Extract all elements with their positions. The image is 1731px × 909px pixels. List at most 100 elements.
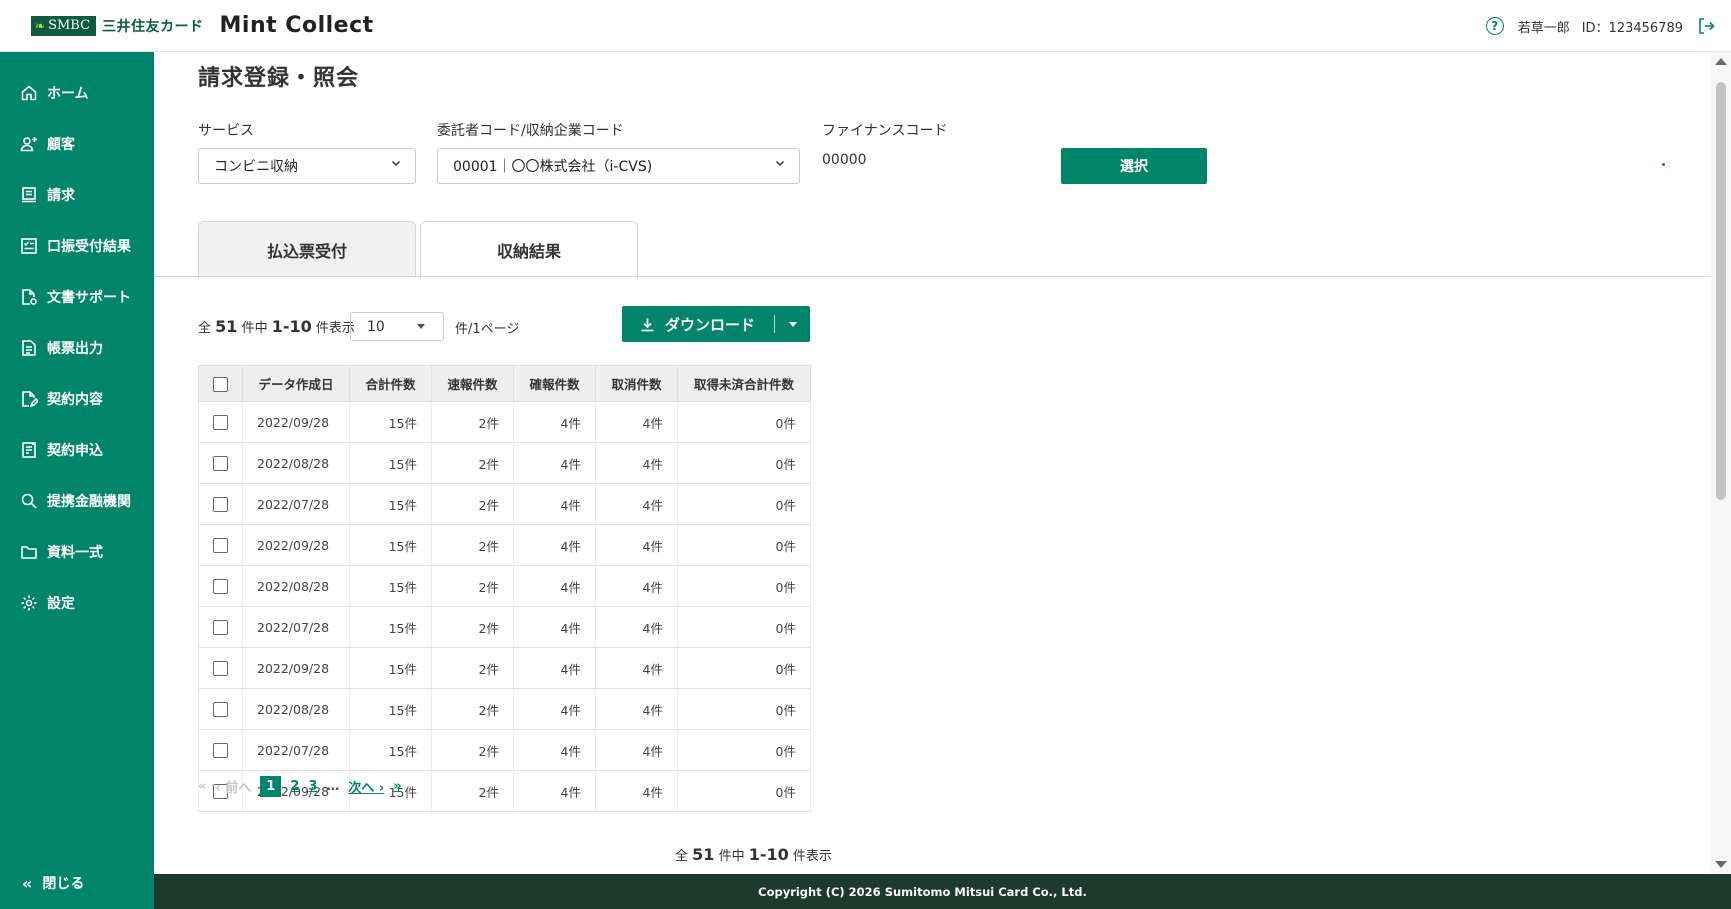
column-header[interactable]: データ作成日 xyxy=(242,365,350,402)
sidebar-item-partner-banks[interactable]: 提携金融機関 xyxy=(0,475,154,526)
sidebar-item-customers[interactable]: 顧客 xyxy=(0,118,154,169)
select-all-cell xyxy=(198,365,243,402)
scroll-thumb[interactable] xyxy=(1716,82,1726,500)
count-cell: 4件 xyxy=(513,606,596,648)
table-row[interactable]: 2022/07/28 15件 2件 4件 4件 0件 xyxy=(198,483,811,525)
row-checkbox[interactable] xyxy=(213,743,228,758)
table-row[interactable]: 2022/08/28 15件 2件 4件 4件 0件 xyxy=(198,688,811,730)
count-cell: 0件 xyxy=(677,565,811,607)
download-options-button[interactable] xyxy=(775,306,810,342)
row-checkbox-cell xyxy=(198,647,243,689)
vertical-scrollbar[interactable] xyxy=(1711,52,1731,874)
checklist-icon xyxy=(21,237,37,254)
sidebar-item-materials[interactable]: 資料一式 xyxy=(0,526,154,577)
table-row[interactable]: 2022/09/28 15件 2件 4件 4件 0件 xyxy=(198,647,811,689)
select-button[interactable]: 選択 xyxy=(1061,148,1207,184)
column-header[interactable]: 確報件数 xyxy=(513,365,596,402)
sidebar-item-label: 提携金融機関 xyxy=(47,493,131,510)
result-count-top: 全 51 件中 1-10 件表示 xyxy=(198,317,355,336)
row-checkbox[interactable] xyxy=(213,415,228,430)
sidebar-item-contract-details[interactable]: 契約内容 xyxy=(0,373,154,424)
application-icon xyxy=(22,441,36,458)
table-row[interactable]: 2022/08/28 15件 2件 4件 4件 0件 xyxy=(198,565,811,607)
count-cell: 0件 xyxy=(677,483,811,525)
table-row[interactable]: 2022/07/28 15件 2件 4件 4件 0件 xyxy=(198,606,811,648)
sidebar-item-contract-application[interactable]: 契約申込 xyxy=(0,424,154,475)
row-checkbox[interactable] xyxy=(213,579,228,594)
sidebar-item-label: 請求 xyxy=(47,187,75,204)
select-all-checkbox[interactable] xyxy=(213,376,228,392)
column-header[interactable]: 取消件数 xyxy=(595,365,678,402)
per-page-select[interactable]: 10 xyxy=(350,312,444,341)
count-cell: 4件 xyxy=(513,483,596,525)
count-cell: 0件 xyxy=(677,647,811,689)
page-3-button[interactable]: 3 xyxy=(308,779,317,794)
row-checkbox-cell xyxy=(198,401,243,443)
prev-page-button[interactable]: ‹ 前へ xyxy=(215,777,251,796)
count-cell: 2件 xyxy=(431,442,514,484)
sidebar-item-report-output[interactable]: 帳票出力 xyxy=(0,322,154,373)
count-cell: 4件 xyxy=(513,565,596,607)
users-icon xyxy=(20,136,37,151)
count-cell: 4件 xyxy=(513,647,596,689)
help-icon[interactable]: ? xyxy=(1485,17,1504,35)
per-page-label: 件/1ページ xyxy=(455,322,520,337)
count-cell: 4件 xyxy=(513,442,596,484)
row-checkbox-cell xyxy=(198,483,243,525)
count-cell: 4件 xyxy=(513,729,596,771)
tab-label: 収納結果 xyxy=(496,242,561,261)
column-header[interactable]: 合計件数 xyxy=(349,365,432,402)
column-header[interactable]: 取得未済合計件数 xyxy=(677,365,811,402)
download-button[interactable]: ダウンロード xyxy=(622,306,774,342)
count-cell: 4件 xyxy=(595,442,678,484)
count-range: 1-10 xyxy=(748,845,789,864)
double-chevron-left-icon: « xyxy=(22,873,33,893)
row-checkbox[interactable] xyxy=(213,661,228,676)
sidebar-item-billing[interactable]: 請求 xyxy=(0,169,154,220)
consignor-code-value: 00001｜〇〇株式会社（i-CVS) xyxy=(453,159,653,175)
sidebar-close-label: 閉じる xyxy=(42,876,85,892)
first-page-button[interactable]: « xyxy=(198,779,206,794)
count-total: 51 xyxy=(215,317,238,336)
table-row[interactable]: 2022/07/28 15件 2件 4件 4件 0件 xyxy=(198,729,811,771)
sidebar-item-home[interactable]: ホーム xyxy=(0,67,154,118)
page-1-button[interactable]: 1 xyxy=(260,775,282,797)
indicator-dot xyxy=(1662,163,1665,166)
page-2-button[interactable]: 2 xyxy=(290,779,299,794)
count-cell: 2件 xyxy=(431,688,514,730)
row-checkbox[interactable] xyxy=(213,702,228,717)
brand-card-name: 三井住友カード xyxy=(102,18,204,35)
table-row[interactable]: 2022/09/28 15件 2件 4件 4件 0件 xyxy=(198,524,811,566)
tab-payment-slip[interactable]: 払込票受付 xyxy=(198,221,416,277)
consignor-code-select[interactable]: 00001｜〇〇株式会社（i-CVS) xyxy=(437,148,800,184)
sidebar-item-label: 設定 xyxy=(47,595,75,612)
sidebar-item-debit-results[interactable]: 口振受付結果 xyxy=(0,220,154,271)
date-cell: 2022/07/28 xyxy=(242,483,350,525)
row-checkbox-cell xyxy=(198,442,243,484)
row-checkbox[interactable] xyxy=(213,620,228,635)
row-checkbox[interactable] xyxy=(213,456,228,471)
count-cell: 4件 xyxy=(513,688,596,730)
service-select[interactable]: コンビニ収納 xyxy=(198,148,416,184)
count-cell: 0件 xyxy=(677,770,811,812)
last-page-button[interactable]: » xyxy=(393,779,401,794)
logout-icon[interactable] xyxy=(1697,17,1715,35)
report-icon xyxy=(22,339,36,356)
sidebar-close-button[interactable]: « 閉じる xyxy=(0,857,154,909)
row-checkbox-cell xyxy=(198,606,243,648)
scroll-up-arrow-icon[interactable] xyxy=(1715,58,1727,65)
table-row[interactable]: 2022/09/28 15件 2件 4件 4件 0件 xyxy=(198,401,811,443)
tab-collection-results[interactable]: 収納結果 xyxy=(420,221,638,278)
next-page-button[interactable]: 次へ › xyxy=(348,777,384,796)
count-cell: 2件 xyxy=(431,606,514,648)
scroll-down-arrow-icon[interactable] xyxy=(1715,861,1727,868)
count-cell: 4件 xyxy=(595,688,678,730)
row-checkbox[interactable] xyxy=(213,497,228,512)
sidebar-item-doc-support[interactable]: 文書サポート xyxy=(0,271,154,322)
column-header[interactable]: 速報件数 xyxy=(431,365,514,402)
sidebar-item-settings[interactable]: 設定 xyxy=(0,577,154,628)
smbc-logo[interactable]: ❧ SMBC 三井住友カード xyxy=(31,15,204,36)
tab-label: 払込票受付 xyxy=(266,241,347,261)
row-checkbox[interactable] xyxy=(213,538,228,553)
table-row[interactable]: 2022/08/28 15件 2件 4件 4件 0件 xyxy=(198,442,811,484)
